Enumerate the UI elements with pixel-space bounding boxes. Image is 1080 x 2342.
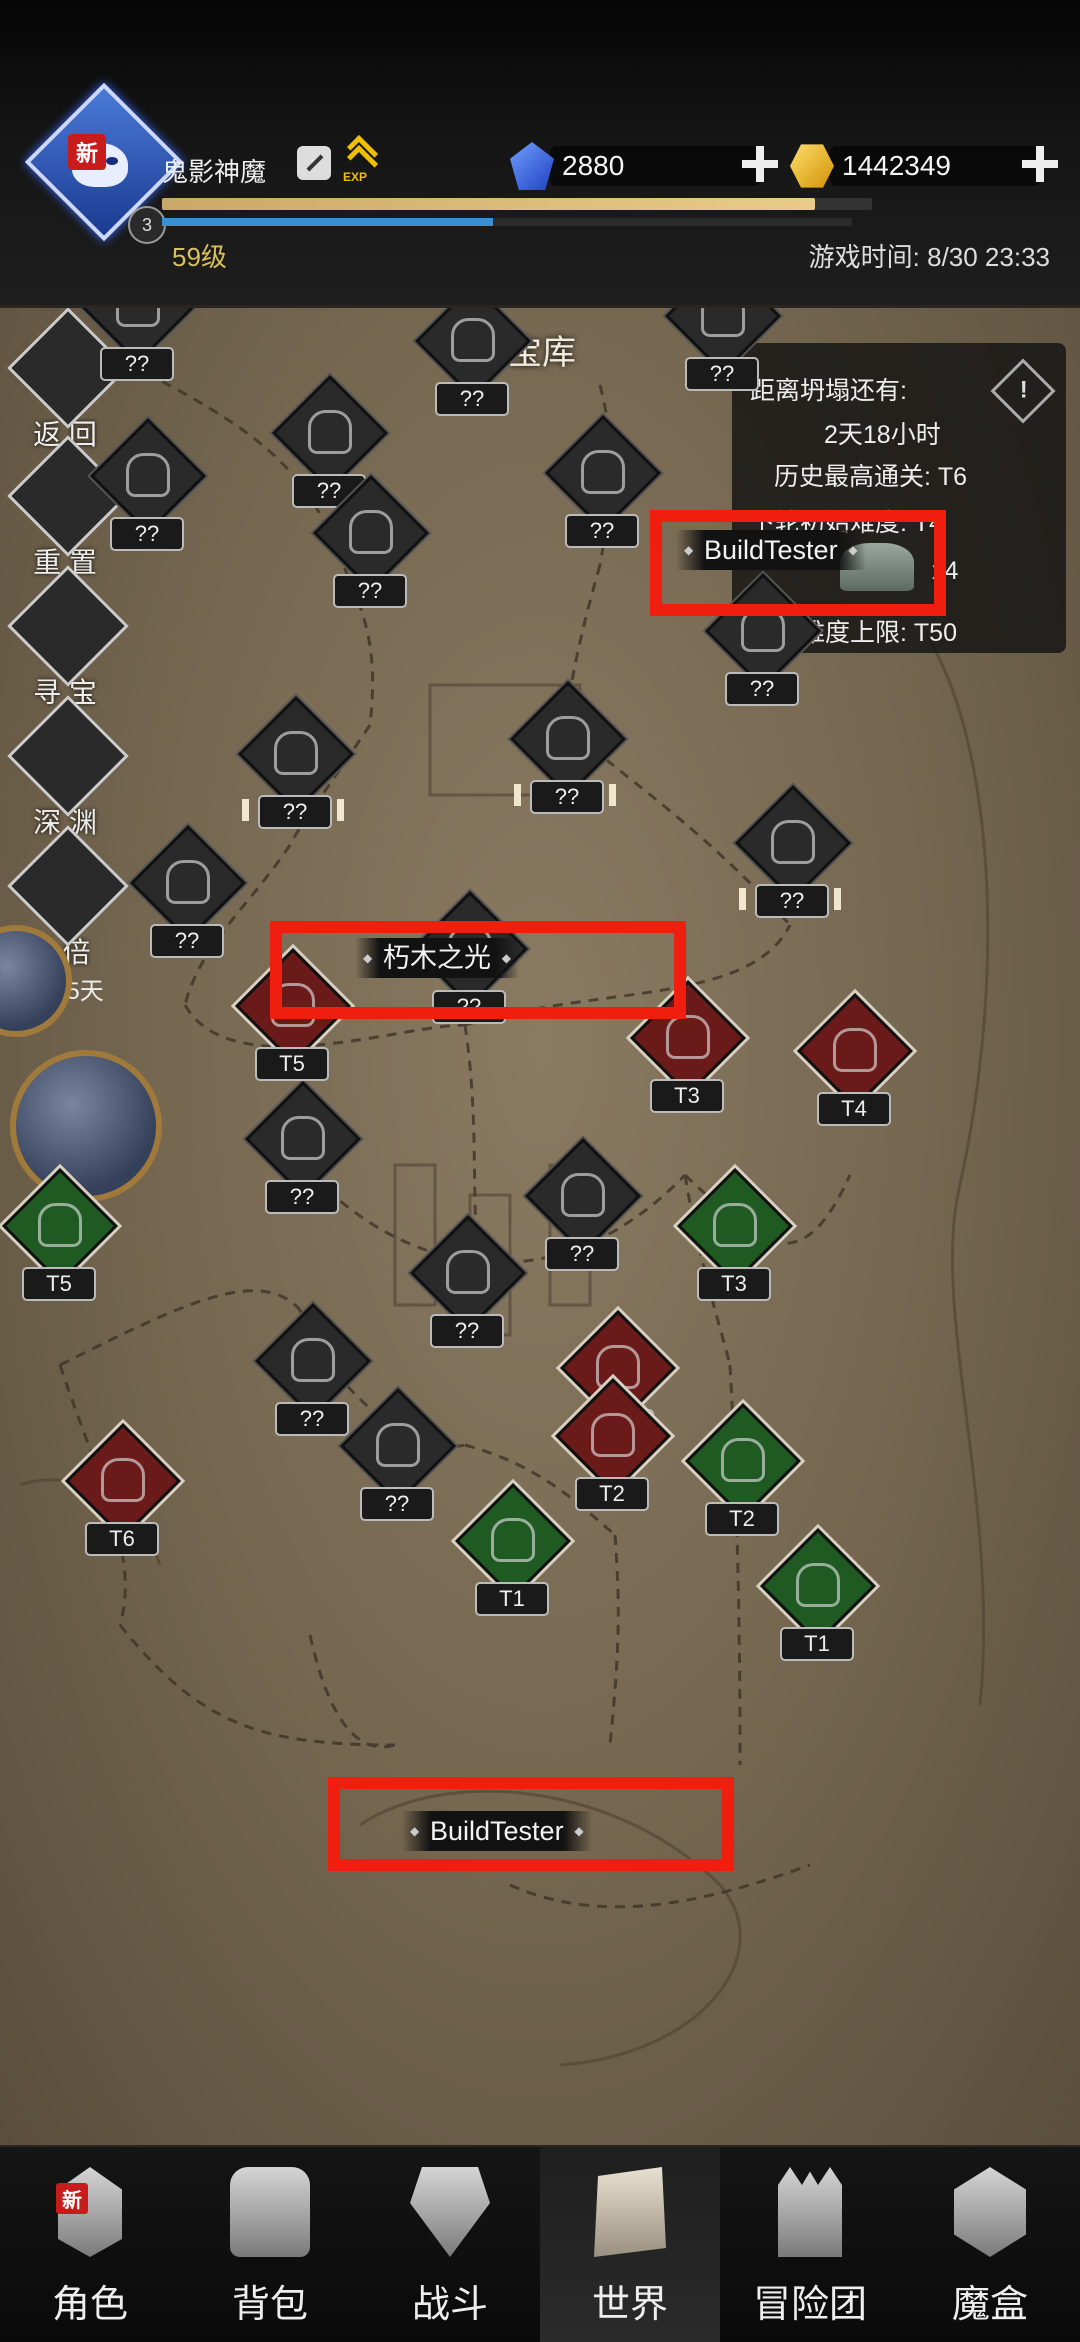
add-gold-button[interactable] [1022, 146, 1058, 182]
gem-amount: 2880 [562, 150, 625, 181]
tree-icon [546, 716, 590, 760]
add-gems-button[interactable] [742, 146, 778, 182]
nav-world[interactable]: 世界 [540, 2147, 720, 2342]
area-name-tag[interactable]: 朽木之光 [355, 938, 519, 978]
nav-battle[interactable]: 战斗 [360, 2147, 540, 2342]
pyramid-icon [771, 820, 815, 864]
hood-icon [581, 450, 625, 494]
nav-role[interactable]: 新 角色 [0, 2147, 180, 2342]
nav-backpack[interactable]: 背包 [180, 2147, 360, 2342]
pyramid-icon [349, 510, 393, 554]
unknown-node-icon [451, 318, 495, 362]
map-node[interactable]: ?? [130, 825, 246, 958]
ghost-icon [274, 731, 318, 775]
map-node[interactable]: ?? [415, 305, 531, 416]
edit-name-icon[interactable] [297, 146, 331, 180]
player-avatar[interactable]: 新 3 [24, 82, 184, 252]
unknown-node-icon [561, 1173, 605, 1217]
castle-icon [778, 2167, 842, 2257]
exp-boost-icon[interactable]: EXP [343, 134, 383, 184]
map-node[interactable]: ?? [238, 696, 354, 829]
lantern-icon [376, 1423, 420, 1467]
mountain-icon [101, 1458, 145, 1502]
xp-bar-fill [162, 198, 816, 210]
ghost-icon [308, 410, 352, 454]
map-node[interactable]: ?? [90, 418, 206, 551]
map-node[interactable]: ?? [313, 475, 429, 608]
new-badge: 新 [56, 2183, 88, 2214]
map-node[interactable]: ?? [410, 1215, 526, 1348]
energy-bar-fill [162, 218, 494, 226]
ghost-icon [833, 1028, 877, 1072]
map-node[interactable]: ?? [665, 305, 781, 391]
abyss-icon [7, 695, 129, 817]
player-tag[interactable]: BuildTester [676, 530, 866, 570]
gold-coin-icon [790, 144, 834, 188]
ghost-icon [446, 1250, 490, 1294]
world-map[interactable]: 万神宝库 返 回 重 置 寻 宝 深 渊 2 倍 3295天 距离坍塌还有: 2… [0, 305, 1080, 2145]
magic-cube-icon [954, 2167, 1026, 2257]
best-clear: 历史最高通关: T6 [774, 463, 968, 491]
top-hud: 新 3 鬼影神魔 EXP 59级 游戏时间: 8/30 23:33 2880 1… [0, 0, 1080, 308]
nav-magic-box[interactable]: 魔盒 [900, 2147, 1080, 2342]
map-node-t4[interactable]: T4 [797, 993, 913, 1126]
energy-bar [162, 218, 852, 226]
player-name: 鬼影神魔 [162, 157, 267, 187]
tree-icon [166, 860, 210, 904]
xp-bar [162, 198, 872, 210]
warning-icon[interactable]: ! [990, 358, 1056, 424]
unknown-node-icon [701, 305, 745, 337]
castle-icon [796, 1563, 840, 1607]
map-node-t5[interactable]: T5 [2, 1168, 118, 1301]
pyramid-icon [591, 1413, 635, 1457]
map-node-t3[interactable]: T3 [677, 1168, 793, 1301]
gold-amount: 1442349 [842, 150, 952, 181]
map-node-t2[interactable]: T2 [555, 1378, 671, 1511]
backpack-icon [230, 2167, 310, 2257]
unknown-node-icon [116, 305, 160, 327]
collapse-label: 距离坍塌还有: [750, 377, 907, 405]
bottom-nav: 新 角色 背包 战斗 世界 冒险团 魔盒 [0, 2145, 1080, 2342]
map-node[interactable]: ?? [545, 415, 661, 548]
creature-icon [713, 1203, 757, 1247]
avatar-new-badge: 新 [68, 134, 107, 170]
lantern-icon [291, 1338, 335, 1382]
shrine-icon [666, 1015, 710, 1059]
map-node[interactable]: ?? [510, 681, 626, 814]
map-node[interactable]: ?? [245, 1081, 361, 1214]
collapse-time: 2天18小时 [824, 421, 941, 449]
blue-gem-icon [510, 142, 554, 190]
creature-icon [491, 1518, 535, 1562]
map-node-t2[interactable]: T2 [685, 1403, 801, 1536]
skull-icon [7, 565, 129, 687]
tree-icon [126, 453, 170, 497]
abyss-button[interactable]: 深 渊 [7, 695, 129, 841]
map-node[interactable]: ?? [80, 305, 196, 381]
orc-icon [38, 1203, 82, 1247]
cloud-icon [281, 1116, 325, 1160]
player-tag[interactable]: BuildTester [402, 1811, 592, 1851]
treasure-hunt-button[interactable]: 寻 宝 [7, 565, 129, 711]
map-node[interactable]: ?? [525, 1138, 641, 1271]
map-node[interactable]: ?? [340, 1388, 456, 1521]
nav-adventure-team[interactable]: 冒险团 [720, 2147, 900, 2342]
map-node[interactable]: ?? [735, 785, 851, 918]
player-level: 59级 [172, 242, 227, 272]
claw-icon [721, 1438, 765, 1482]
map-node[interactable]: ?? [272, 375, 388, 508]
sword-shield-icon [410, 2167, 490, 2257]
map-node-t1[interactable]: T1 [760, 1528, 876, 1661]
map-node-t1[interactable]: T1 [455, 1483, 571, 1616]
game-time: 游戏时间: 8/30 23:33 [808, 242, 1050, 272]
map-node-t6[interactable]: T6 [65, 1423, 181, 1556]
map-scroll-icon [594, 2167, 666, 2257]
